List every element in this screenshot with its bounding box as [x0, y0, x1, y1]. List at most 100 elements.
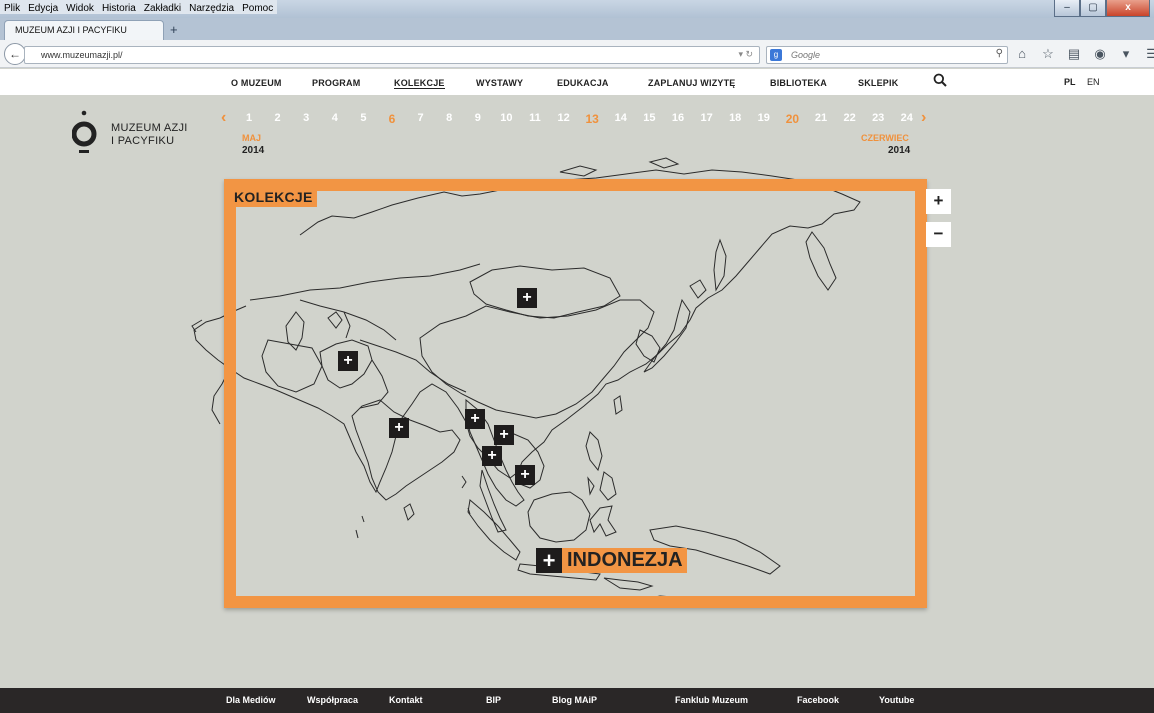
calendar-start-year: 2014: [242, 145, 265, 156]
calendar-day[interactable]: 10: [491, 112, 521, 124]
calendar-day[interactable]: 21: [806, 112, 836, 124]
calendar-day[interactable]: 20: [777, 112, 807, 126]
museum-logo[interactable]: MUZEUM AZJI I PACYFIKU: [72, 110, 212, 160]
calendar-end-month: CZERWIEC: [861, 133, 909, 143]
search-input[interactable]: g Google ⚲: [766, 46, 1008, 64]
footer-kontakt[interactable]: Kontakt: [389, 695, 423, 705]
language-pl[interactable]: PL: [1064, 77, 1076, 87]
google-icon[interactable]: g: [770, 49, 782, 61]
calendar-day[interactable]: 23: [863, 112, 893, 124]
marker-mongolia[interactable]: +: [517, 288, 537, 308]
calendar-day[interactable]: 19: [749, 112, 779, 124]
calendar-prev-icon[interactable]: ‹: [221, 109, 226, 127]
calendar-day[interactable]: 3: [291, 112, 321, 124]
calendar-day[interactable]: 2: [263, 112, 293, 124]
calendar-day[interactable]: 14: [606, 112, 636, 124]
browser-tab[interactable]: MUZEUM AZJI I PACYFIKU: [4, 20, 164, 40]
calendar-day[interactable]: 12: [549, 112, 579, 124]
site-search-icon[interactable]: [933, 73, 947, 87]
logo-text: MUZEUM AZJI I PACYFIKU: [111, 122, 188, 148]
calendar-day[interactable]: 8: [434, 112, 464, 124]
nav-edukacja[interactable]: EDUKACJA: [557, 78, 609, 88]
tab-strip: MUZEUM AZJI I PACYFIKU +: [0, 18, 1154, 40]
site-footer: Dla Mediów Współpraca Kontakt BIP Blog M…: [0, 688, 1154, 713]
logo-line1: MUZEUM AZJI: [111, 122, 188, 134]
footer-wspolpraca[interactable]: Współpraca: [307, 695, 358, 705]
nav-kolekcje[interactable]: KOLEKCJE: [394, 78, 445, 89]
toolbar-icons: ⌂ ☆ ▤ ◉ ▾ ☰: [1014, 46, 1154, 62]
search-placeholder: Google: [791, 50, 821, 60]
minimize-button[interactable]: –: [1054, 0, 1080, 17]
calendar-day[interactable]: 22: [835, 112, 865, 124]
indonesia-label: INDONEZJA: [562, 548, 687, 573]
footer-blog[interactable]: Blog MAiP: [552, 695, 597, 705]
window-controls: – ▢ x: [1054, 0, 1150, 17]
calendar-day[interactable]: 18: [720, 112, 750, 124]
calendar-day[interactable]: 13: [577, 112, 607, 126]
calendar-day[interactable]: 7: [406, 112, 436, 124]
menu-zakladki[interactable]: Zakładki: [139, 0, 186, 14]
bookmark-star-icon[interactable]: ☆: [1040, 46, 1056, 62]
marker-laos[interactable]: +: [494, 425, 514, 445]
close-button[interactable]: x: [1106, 0, 1150, 17]
language-en[interactable]: EN: [1087, 77, 1100, 87]
menu-widok[interactable]: Widok: [62, 0, 98, 14]
search-icon[interactable]: ⚲: [996, 48, 1003, 59]
logo-line2: I PACYFIKU: [111, 135, 175, 147]
nav-wystawy[interactable]: WYSTAWY: [476, 78, 523, 88]
home-icon[interactable]: ⌂: [1014, 46, 1030, 62]
calendar-day[interactable]: 15: [634, 112, 664, 124]
addon-icon[interactable]: ◉: [1092, 46, 1108, 62]
footer-youtube[interactable]: Youtube: [879, 695, 914, 705]
browser-toolbar: ← www.muzeumazji.pl/ ▾ ↻ g Google ⚲ ⌂ ☆ …: [0, 40, 1154, 68]
calendar-day[interactable]: 17: [692, 112, 722, 124]
nav-biblioteka[interactable]: BIBLIOTEKA: [770, 78, 827, 88]
calendar-day[interactable]: 11: [520, 112, 550, 124]
zoom-in-button[interactable]: +: [926, 189, 951, 214]
url-text: www.muzeumazji.pl/: [41, 50, 123, 60]
nav-program[interactable]: PROGRAM: [312, 78, 360, 88]
marker-indonesia[interactable]: + INDONEZJA: [536, 548, 687, 573]
reader-icon[interactable]: ▤: [1066, 46, 1082, 62]
maximize-button[interactable]: ▢: [1080, 0, 1106, 17]
reload-icon[interactable]: ▾ ↻: [738, 49, 753, 60]
hamburger-menu-icon[interactable]: ☰: [1144, 46, 1154, 62]
menu-edycja[interactable]: Edycja: [24, 0, 63, 14]
calendar-day[interactable]: 6: [377, 112, 407, 126]
nav-zaplanuj-wizyte[interactable]: ZAPLANUJ WIZYTĘ: [648, 78, 736, 88]
new-tab-button[interactable]: +: [170, 22, 178, 37]
nav-sklepik[interactable]: SKLEPIK: [858, 78, 898, 88]
dropdown-icon[interactable]: ▾: [1118, 46, 1134, 62]
marker-vietnam[interactable]: +: [515, 465, 535, 485]
calendar-start-month: MAJ: [242, 133, 262, 143]
footer-dla-mediow[interactable]: Dla Mediów: [226, 695, 276, 705]
menu-bar: Plik Edycja Widok Historia Zakładki Narz…: [0, 0, 278, 18]
zoom-out-button[interactable]: −: [926, 222, 951, 247]
logo-mark-icon: [72, 110, 97, 153]
menu-plik[interactable]: Plik: [0, 0, 25, 14]
marker-india[interactable]: +: [389, 418, 409, 438]
nav-o-muzeum[interactable]: O MUZEUM: [231, 78, 282, 88]
back-arrow-icon[interactable]: ←: [4, 43, 26, 65]
calendar-day[interactable]: 4: [320, 112, 350, 124]
footer-fanklub[interactable]: Fanklub Muzeum: [675, 695, 748, 705]
calendar-next-icon[interactable]: ›: [921, 109, 926, 127]
calendar-day[interactable]: 5: [348, 112, 378, 124]
marker-thailand[interactable]: +: [482, 446, 502, 466]
calendar-day[interactable]: 1: [234, 112, 264, 124]
marker-afghanistan[interactable]: +: [338, 351, 358, 371]
site-navigation: O MUZEUM PROGRAM KOLEKCJE WYSTAWY EDUKAC…: [0, 69, 1154, 95]
calendar-end-year: 2014: [888, 145, 911, 156]
calendar-day[interactable]: 24: [892, 112, 922, 124]
calendar-day[interactable]: 16: [663, 112, 693, 124]
collections-frame: [224, 179, 927, 608]
address-bar[interactable]: www.muzeumazji.pl/ ▾ ↻: [24, 46, 760, 64]
marker-myanmar[interactable]: +: [465, 409, 485, 429]
menu-historia[interactable]: Historia: [97, 0, 140, 14]
calendar-day[interactable]: 9: [463, 112, 493, 124]
footer-bip[interactable]: BIP: [486, 695, 501, 705]
footer-facebook[interactable]: Facebook: [797, 695, 839, 705]
menu-pomoc[interactable]: Pomoc: [238, 0, 278, 14]
indonesia-plus-icon: +: [536, 548, 562, 573]
menu-narzedzia[interactable]: Narzędzia: [185, 0, 239, 14]
